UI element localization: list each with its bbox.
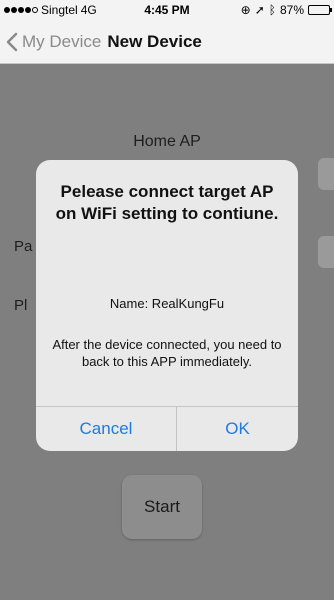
back-label: My Device — [22, 31, 102, 51]
orientation-lock-icon: ⊕ — [240, 3, 251, 17]
page-title: New Device — [107, 31, 202, 51]
password-field[interactable] — [318, 236, 334, 268]
home-ap-field[interactable] — [318, 158, 334, 190]
start-button[interactable]: Start — [122, 475, 202, 539]
battery-icon — [308, 5, 332, 15]
ok-button[interactable]: OK — [177, 407, 298, 451]
status-bar: Singtel 4G 4:45 PM ⊕ ➚ ᛒ 87% — [0, 0, 334, 20]
home-ap-label: Home AP — [133, 133, 201, 150]
alert-message: After the device connected, you need to … — [52, 337, 282, 369]
location-icon: ➚ — [254, 3, 265, 17]
password-label: Pa — [14, 238, 33, 255]
battery-percent: 87% — [279, 3, 304, 17]
cancel-button[interactable]: Cancel — [36, 407, 176, 451]
bluetooth-icon: ᛒ — [268, 3, 276, 17]
alert-dialog: Pelease connect target AP on WiFi settin… — [36, 160, 298, 451]
alert-device-name: Name: RealKungFu — [109, 296, 225, 311]
chevron-left-icon — [6, 32, 18, 51]
alert-title: Pelease connect target AP on WiFi settin… — [55, 182, 279, 223]
back-button[interactable]: My Device — [0, 32, 101, 52]
pl-label: Pl — [14, 297, 28, 314]
navigation-bar: My Device New Device — [0, 20, 334, 64]
status-right: ⊕ ➚ ᛒ 87% — [240, 3, 332, 17]
